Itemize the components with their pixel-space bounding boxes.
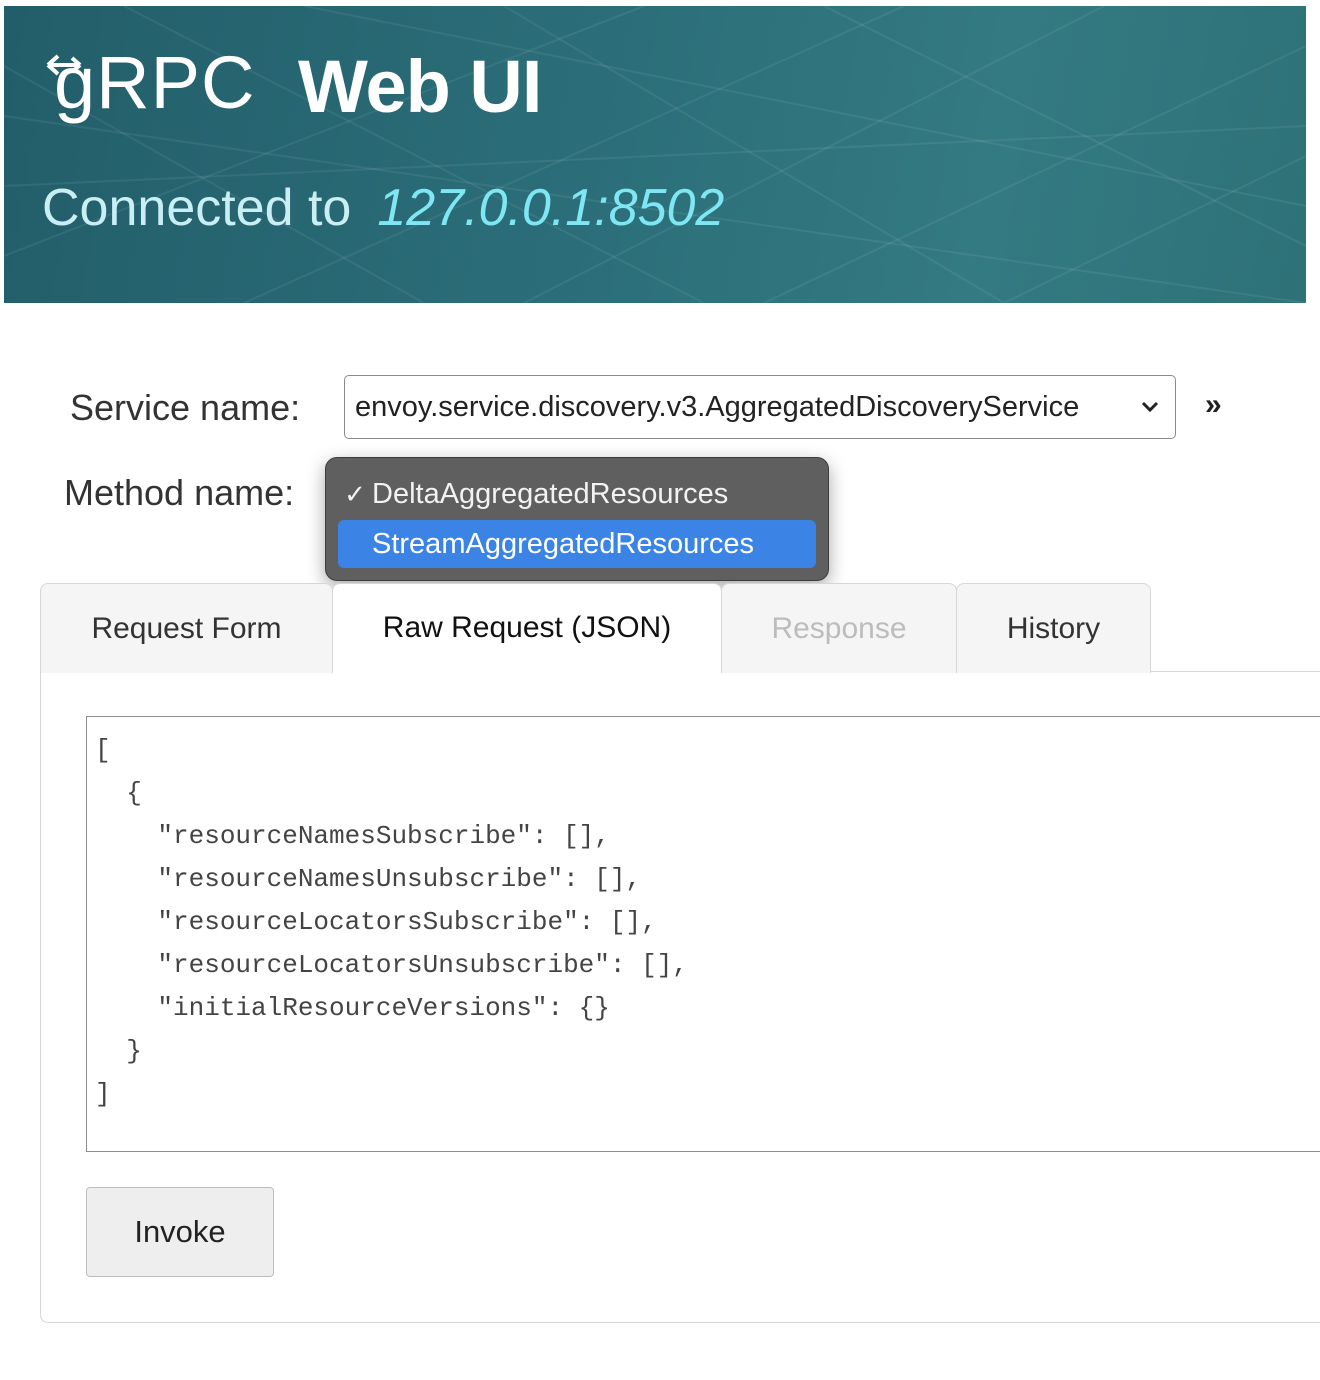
- connection-status: Connected to 127.0.0.1:8502: [42, 182, 724, 234]
- method-option-stream[interactable]: StreamAggregatedResources: [338, 520, 816, 568]
- expand-toggle-button[interactable]: »: [1205, 390, 1222, 420]
- code-line: "resourceLocatorsSubscribe": [],: [95, 907, 657, 937]
- method-option-label: DeltaAggregatedResources: [372, 477, 729, 510]
- grpc-logo: gRPC: [46, 46, 255, 120]
- code-line: "resourceNamesUnsubscribe": [],: [95, 864, 642, 894]
- method-option-delta[interactable]: ✓ DeltaAggregatedResources: [338, 470, 816, 518]
- code-line: }: [95, 1036, 142, 1066]
- code-line: "initialResourceVersions": {}: [95, 993, 610, 1023]
- service-select[interactable]: envoy.service.discovery.v3.AggregatedDis…: [344, 375, 1176, 439]
- tab-request-form[interactable]: Request Form: [40, 583, 333, 673]
- code-line: "resourceNamesSubscribe": [],: [95, 821, 610, 851]
- service-name-label: Service name:: [70, 387, 301, 428]
- service-select-value: envoy.service.discovery.v3.AggregatedDis…: [355, 390, 1080, 423]
- connected-label: Connected to: [42, 179, 352, 237]
- app-title: Web UI: [298, 45, 542, 128]
- method-name-label: Method name:: [64, 472, 295, 513]
- app-header: gRPC Web UI Connected to 127.0.0.1:8502: [4, 6, 1306, 303]
- code-line: [: [95, 735, 111, 765]
- tab-response: Response: [721, 583, 957, 673]
- code-line: {: [95, 778, 142, 808]
- method-dropdown-menu: ✓ DeltaAggregatedResources StreamAggrega…: [325, 457, 829, 581]
- tab-history[interactable]: History: [956, 583, 1151, 673]
- invoke-button[interactable]: Invoke: [86, 1187, 274, 1277]
- code-line: "resourceLocatorsUnsubscribe": [],: [95, 950, 688, 980]
- tab-raw-request[interactable]: Raw Request (JSON): [332, 583, 722, 674]
- raw-request-editor[interactable]: [ { "resourceNamesSubscribe": [], "resou…: [86, 716, 1320, 1152]
- code-line: ]: [95, 1079, 111, 1109]
- method-option-label: StreamAggregatedResources: [372, 527, 755, 560]
- checkmark-icon: ✓: [344, 478, 366, 509]
- logo-arrow-icon: [46, 54, 82, 76]
- chevron-down-icon: [1141, 401, 1159, 413]
- server-address: 127.0.0.1:8502: [377, 179, 725, 237]
